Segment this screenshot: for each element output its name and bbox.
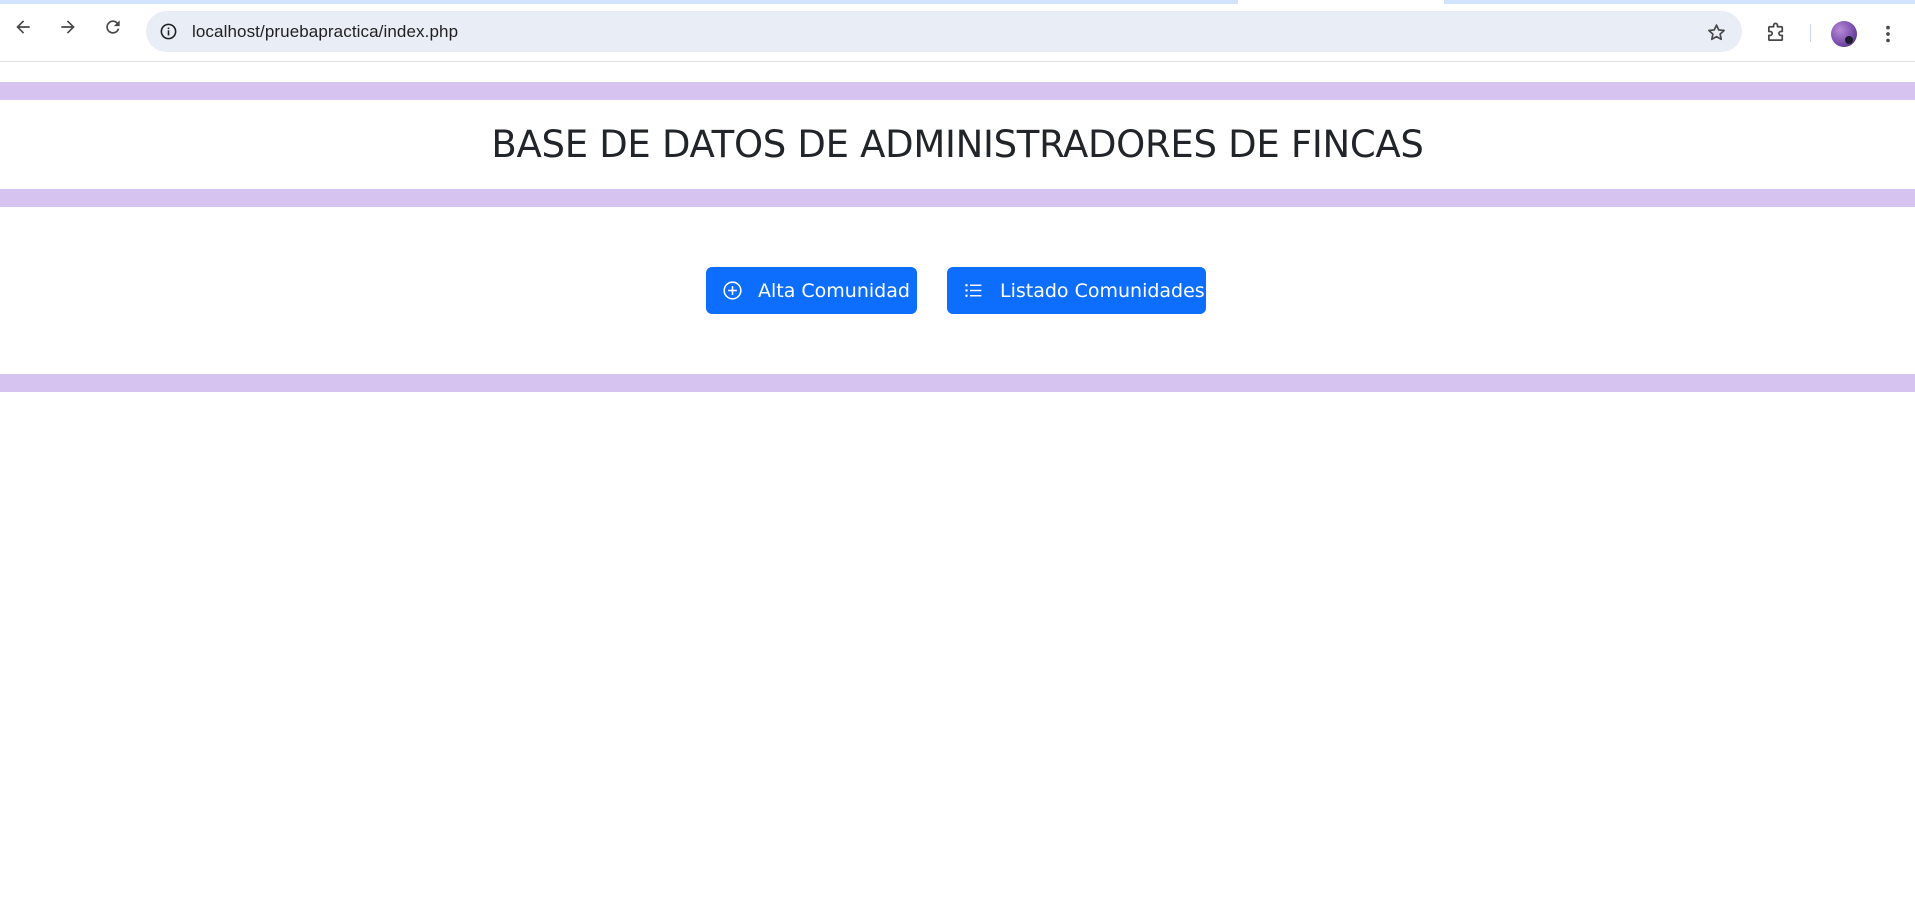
listado-comunidades-label: Listado Comunidades [1000, 280, 1205, 302]
toolbar-separator [1810, 24, 1811, 42]
browser-toolbar: localhost/pruebapractica/index.php [0, 4, 1915, 62]
header-band-top [0, 82, 1915, 100]
avatar-detail [1845, 36, 1853, 44]
back-button[interactable] [7, 13, 39, 45]
star-icon[interactable] [1704, 20, 1728, 44]
footer-band [0, 374, 1915, 392]
address-bar[interactable]: localhost/pruebapractica/index.php [146, 11, 1742, 52]
reload-button[interactable] [97, 13, 129, 45]
back-arrow-icon [13, 17, 33, 42]
puzzle-icon[interactable] [1763, 19, 1789, 45]
kebab-menu-icon[interactable] [1876, 21, 1900, 47]
listado-comunidades-button[interactable]: Listado Comunidades [947, 267, 1206, 314]
alta-comunidad-label: Alta Comunidad [758, 280, 910, 302]
site-info-icon[interactable] [156, 19, 181, 44]
forward-button[interactable] [52, 13, 84, 45]
profile-avatar[interactable] [1831, 21, 1857, 47]
header-band-bottom [0, 189, 1915, 207]
plus-circle-icon [722, 280, 743, 301]
url-text[interactable]: localhost/pruebapractica/index.php [192, 22, 458, 42]
alta-comunidad-button[interactable]: Alta Comunidad [706, 267, 917, 314]
reload-icon [103, 17, 123, 42]
list-icon [963, 280, 984, 301]
forward-arrow-icon [58, 17, 78, 42]
page-title: BASE DE DATOS DE ADMINISTRADORES DE FINC… [491, 123, 1424, 166]
